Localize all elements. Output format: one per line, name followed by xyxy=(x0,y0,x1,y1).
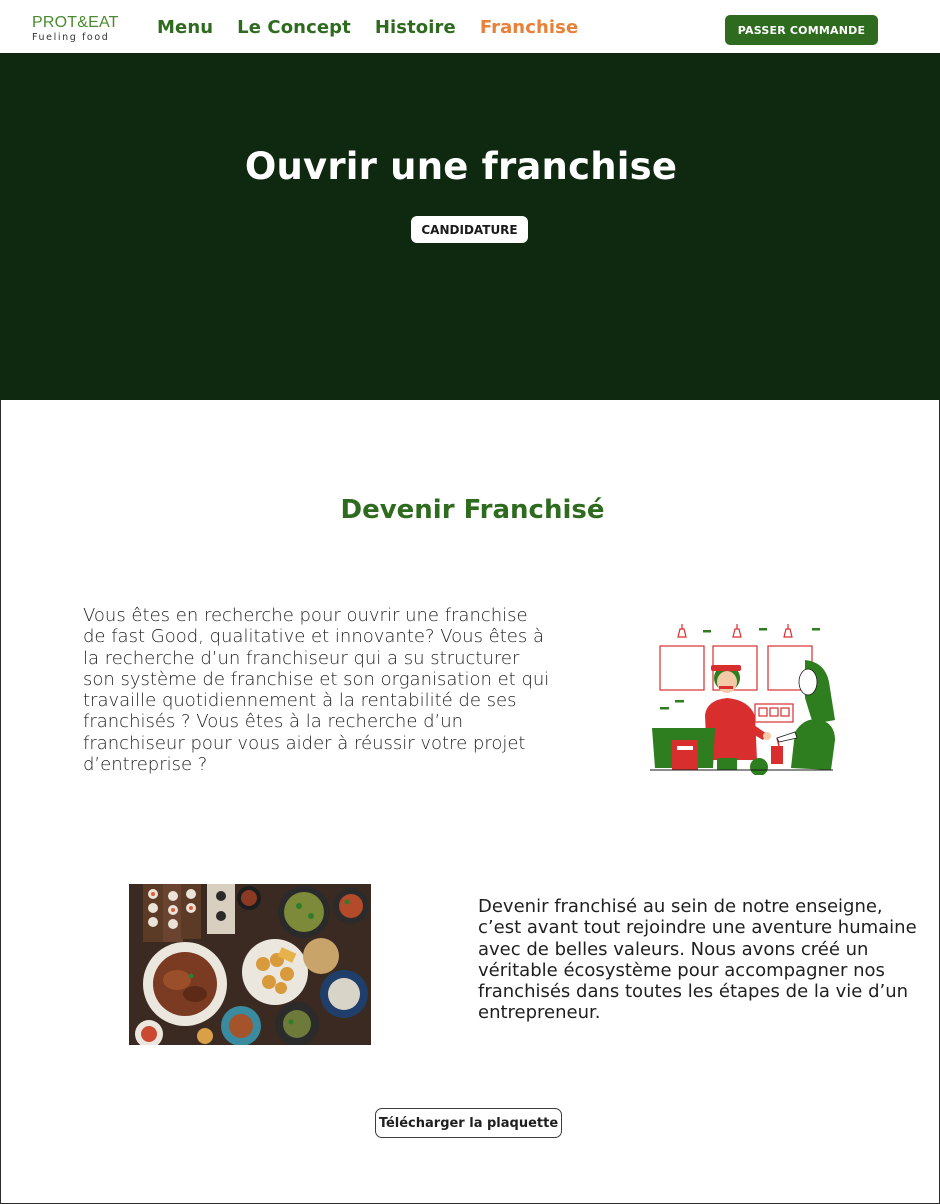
logo-main-text: PROT&EAT xyxy=(32,14,119,31)
hero-title: Ouvrir une franchise xyxy=(244,145,678,188)
logo[interactable]: PROT&EAT Fueling food xyxy=(32,14,119,44)
logo-tagline: Fueling food xyxy=(32,32,110,43)
candidature-button[interactable]: CANDIDATURE xyxy=(411,216,528,243)
nav-le-concept[interactable]: Le Concept xyxy=(237,15,351,41)
intro-paragraph: Vous êtes en recherche pour ouvrir une f… xyxy=(83,605,550,776)
nav-histoire[interactable]: Histoire xyxy=(375,15,456,41)
cashier-illustration xyxy=(650,624,835,775)
site-header: PROT&EAT Fueling food Menu Le Concept Hi… xyxy=(0,0,940,53)
section-title: Devenir Franchisé xyxy=(340,495,605,525)
food-spread-photo xyxy=(129,884,371,1045)
nav-menu[interactable]: Menu xyxy=(157,15,213,41)
main-nav: Menu Le Concept Histoire Franchise xyxy=(157,15,602,41)
hero-banner: Ouvrir une franchise CANDIDATURE xyxy=(0,53,940,400)
order-button[interactable]: PASSER COMMANDE xyxy=(725,15,878,45)
download-brochure-button[interactable]: Télécharger la plaquette xyxy=(375,1108,562,1138)
nav-franchise[interactable]: Franchise xyxy=(480,15,578,41)
franchise-paragraph: Devenir franchisé au sein de notre ensei… xyxy=(478,896,917,1024)
